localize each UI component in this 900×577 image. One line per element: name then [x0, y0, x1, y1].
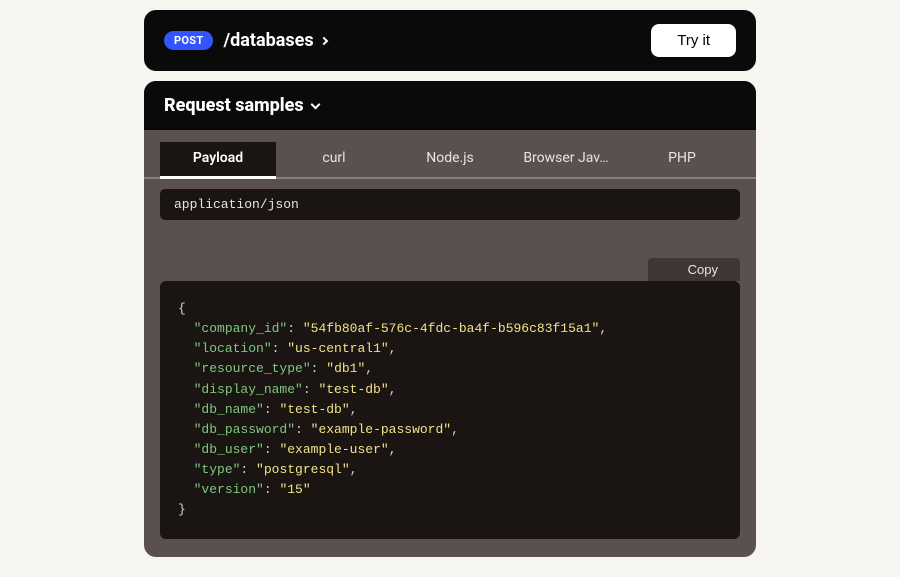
- request-samples-title: Request samples: [164, 95, 304, 116]
- tab-payload[interactable]: Payload: [160, 142, 276, 179]
- chevron-right-icon: [319, 36, 327, 44]
- try-it-button[interactable]: Try it: [651, 24, 736, 57]
- request-samples-header[interactable]: Request samples: [144, 81, 756, 130]
- tab-php[interactable]: PHP: [624, 142, 740, 177]
- endpoint-panel: POST /databases Try it: [144, 10, 756, 71]
- http-method-badge: POST: [164, 31, 213, 50]
- copy-button[interactable]: Copy: [648, 258, 740, 281]
- request-samples-panel: Request samples Payload curl Node.js Bro…: [144, 81, 756, 557]
- sample-tabs: Payload curl Node.js Browser Jav… PHP: [144, 130, 756, 179]
- payload-code-block[interactable]: { "company_id": "54fb80af-576c-4fdc-ba4f…: [160, 281, 740, 539]
- tab-browser-js[interactable]: Browser Jav…: [508, 142, 624, 177]
- content-type-row: application/json: [144, 179, 756, 220]
- chevron-down-icon: [310, 99, 320, 109]
- tab-nodejs[interactable]: Node.js: [392, 142, 508, 177]
- tab-curl[interactable]: curl: [276, 142, 392, 177]
- copy-row: Copy: [144, 220, 756, 281]
- endpoint-path[interactable]: /databases: [223, 30, 326, 51]
- endpoint-path-text: /databases: [223, 30, 313, 51]
- content-type-selector[interactable]: application/json: [160, 189, 740, 220]
- endpoint-left: POST /databases: [164, 30, 327, 51]
- endpoint-bar: POST /databases Try it: [144, 10, 756, 71]
